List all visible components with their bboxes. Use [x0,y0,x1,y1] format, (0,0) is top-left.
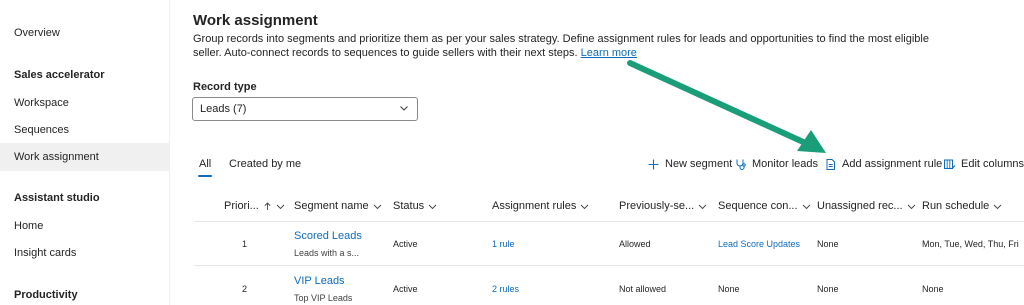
chevron-down-icon [802,204,810,209]
chevron-down-icon [581,204,589,209]
document-icon [826,158,835,170]
row-divider [194,265,1024,266]
chevron-down-icon [698,204,707,209]
sidebar: Overview Sales accelerator Workspace Seq… [0,0,170,305]
column-header-status[interactable]: Status [393,200,437,212]
row-sequence: None [718,284,740,294]
sidebar-heading-sales-accelerator: Sales accelerator [14,69,105,81]
chevron-down-icon [400,106,408,111]
chevron-down-icon [907,204,915,209]
add-assignment-rule-label: Add assignment rule [842,158,943,170]
edit-columns-label: Edit columns [961,158,1024,170]
segment-description: Leads with a s... [294,248,360,258]
record-type-dropdown[interactable]: Leads (7) [192,97,418,121]
page-title: Work assignment [193,12,318,29]
column-header-run-schedule-label: Run schedule [922,200,990,212]
sequence-link[interactable]: Lead Score Updates [718,239,800,249]
column-header-unassigned[interactable]: Unassigned rec... [817,200,916,212]
chevron-down-icon [428,204,437,209]
sidebar-item-workspace[interactable]: Workspace [14,97,69,109]
page-description: Group records into segments and prioriti… [193,32,933,60]
sidebar-heading-assistant-studio: Assistant studio [14,192,100,204]
plus-icon [648,159,659,169]
column-header-unassigned-label: Unassigned rec... [817,200,903,212]
column-header-assignment-rules[interactable]: Assignment rules [492,200,589,212]
column-header-sequence-label: Sequence con... [718,200,798,212]
column-header-sequence[interactable]: Sequence con... [718,200,811,212]
column-header-assignment-rules-label: Assignment rules [492,200,577,212]
column-header-previously[interactable]: Previously-se... [619,200,707,212]
new-segment-button[interactable]: New segment [647,156,732,172]
sidebar-item-insight-cards[interactable]: Insight cards [14,247,76,259]
row-previously: Not allowed [619,284,667,294]
sidebar-item-home[interactable]: Home [14,220,43,232]
row-unassigned: None [817,284,839,294]
sidebar-item-sequences[interactable]: Sequences [14,124,69,136]
assignment-rules-link[interactable]: 2 rules [492,284,519,294]
row-run-schedule: None [922,284,944,294]
chevron-down-icon [373,204,381,209]
column-header-priority-label: Priori... [224,200,259,212]
column-header-run-schedule[interactable]: Run schedule [922,200,1002,212]
tab-all-underline [198,175,212,177]
record-type-label: Record type [193,81,257,93]
segment-name-link[interactable]: Scored Leads [294,230,362,242]
row-status: Active [393,284,418,294]
sidebar-item-overview[interactable]: Overview [14,27,60,39]
row-run-schedule: Mon, Tue, Wed, Thu, Fri [922,239,1019,249]
column-header-status-label: Status [393,200,425,212]
edit-columns-button[interactable]: Edit columns [943,156,1024,172]
tab-all[interactable]: All [199,158,211,170]
learn-more-link[interactable]: Learn more [581,47,637,59]
row-priority: 2 [242,284,248,294]
tab-created-by-me[interactable]: Created by me [229,158,301,170]
row-priority: 1 [242,239,248,249]
column-header-segment-name-label: Segment name [294,200,369,212]
monitor-leads-button[interactable]: Monitor leads [734,156,818,172]
edit-columns-icon [944,159,956,169]
monitor-leads-label: Monitor leads [752,158,819,170]
new-segment-label: New segment [665,158,733,170]
row-unassigned: None [817,239,839,249]
segment-name-link[interactable]: VIP Leads [294,275,345,287]
main-content: Work assignment Group records into segme… [170,0,1024,305]
row-status: Active [393,239,418,249]
chevron-down-icon [993,204,1002,209]
sidebar-item-work-assignment[interactable]: Work assignment [14,151,99,163]
column-header-priority[interactable]: Priori... [224,200,285,212]
assignment-rules-link[interactable]: 1 rule [492,239,515,249]
table-header-divider [194,221,1024,222]
row-previously: Allowed [619,239,651,249]
record-type-value: Leads (7) [200,103,247,115]
add-assignment-rule-button[interactable]: Add assignment rule [824,156,942,172]
sidebar-heading-productivity: Productivity [14,289,78,301]
chevron-down-icon [276,204,285,209]
sort-ascending-icon [264,201,271,210]
segment-description: Top VIP Leads [294,293,353,303]
description-text: Group records into segments and prioriti… [193,33,929,59]
column-header-previously-label: Previously-se... [619,200,695,212]
column-header-segment-name[interactable]: Segment name [294,200,382,212]
stethoscope-icon [736,159,746,170]
